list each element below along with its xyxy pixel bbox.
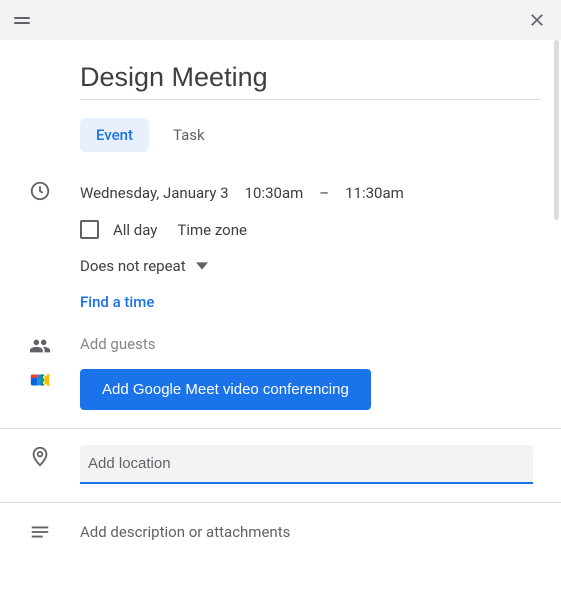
time-separator: – xyxy=(319,184,329,202)
tab-event[interactable]: Event xyxy=(80,118,149,152)
close-button[interactable] xyxy=(527,10,547,30)
all-day-checkbox[interactable] xyxy=(80,220,99,239)
timezone-button[interactable]: Time zone xyxy=(177,221,247,239)
description-icon xyxy=(0,517,80,543)
all-day-label: All day xyxy=(113,221,157,239)
google-meet-icon xyxy=(0,365,80,391)
location-input[interactable] xyxy=(80,445,533,482)
scrollbar-thumb[interactable] xyxy=(554,40,559,220)
location-icon xyxy=(0,441,80,467)
chevron-down-icon xyxy=(196,260,208,272)
dialog-content: Event Task Wednesday, January 3 10:30am … xyxy=(0,40,561,603)
clock-icon xyxy=(0,176,80,202)
scrollbar[interactable] xyxy=(553,40,561,603)
event-date[interactable]: Wednesday, January 3 xyxy=(80,184,229,202)
tab-task[interactable]: Task xyxy=(157,118,221,152)
drag-handle-icon[interactable] xyxy=(14,17,30,24)
add-meet-button[interactable]: Add Google Meet video conferencing xyxy=(80,369,371,410)
find-a-time-link[interactable]: Find a time xyxy=(80,279,541,323)
add-guests-input[interactable]: Add guests xyxy=(80,331,541,357)
people-icon xyxy=(0,331,80,357)
event-start-time[interactable]: 10:30am xyxy=(245,184,304,202)
add-description-button[interactable]: Add description or attachments xyxy=(80,517,541,547)
event-title-input[interactable] xyxy=(80,58,541,100)
type-tabs: Event Task xyxy=(0,104,561,160)
recurrence-dropdown[interactable]: Does not repeat xyxy=(80,245,541,279)
dialog-topbar xyxy=(0,0,561,40)
recurrence-label: Does not repeat xyxy=(80,257,186,275)
event-end-time[interactable]: 11:30am xyxy=(345,184,404,202)
